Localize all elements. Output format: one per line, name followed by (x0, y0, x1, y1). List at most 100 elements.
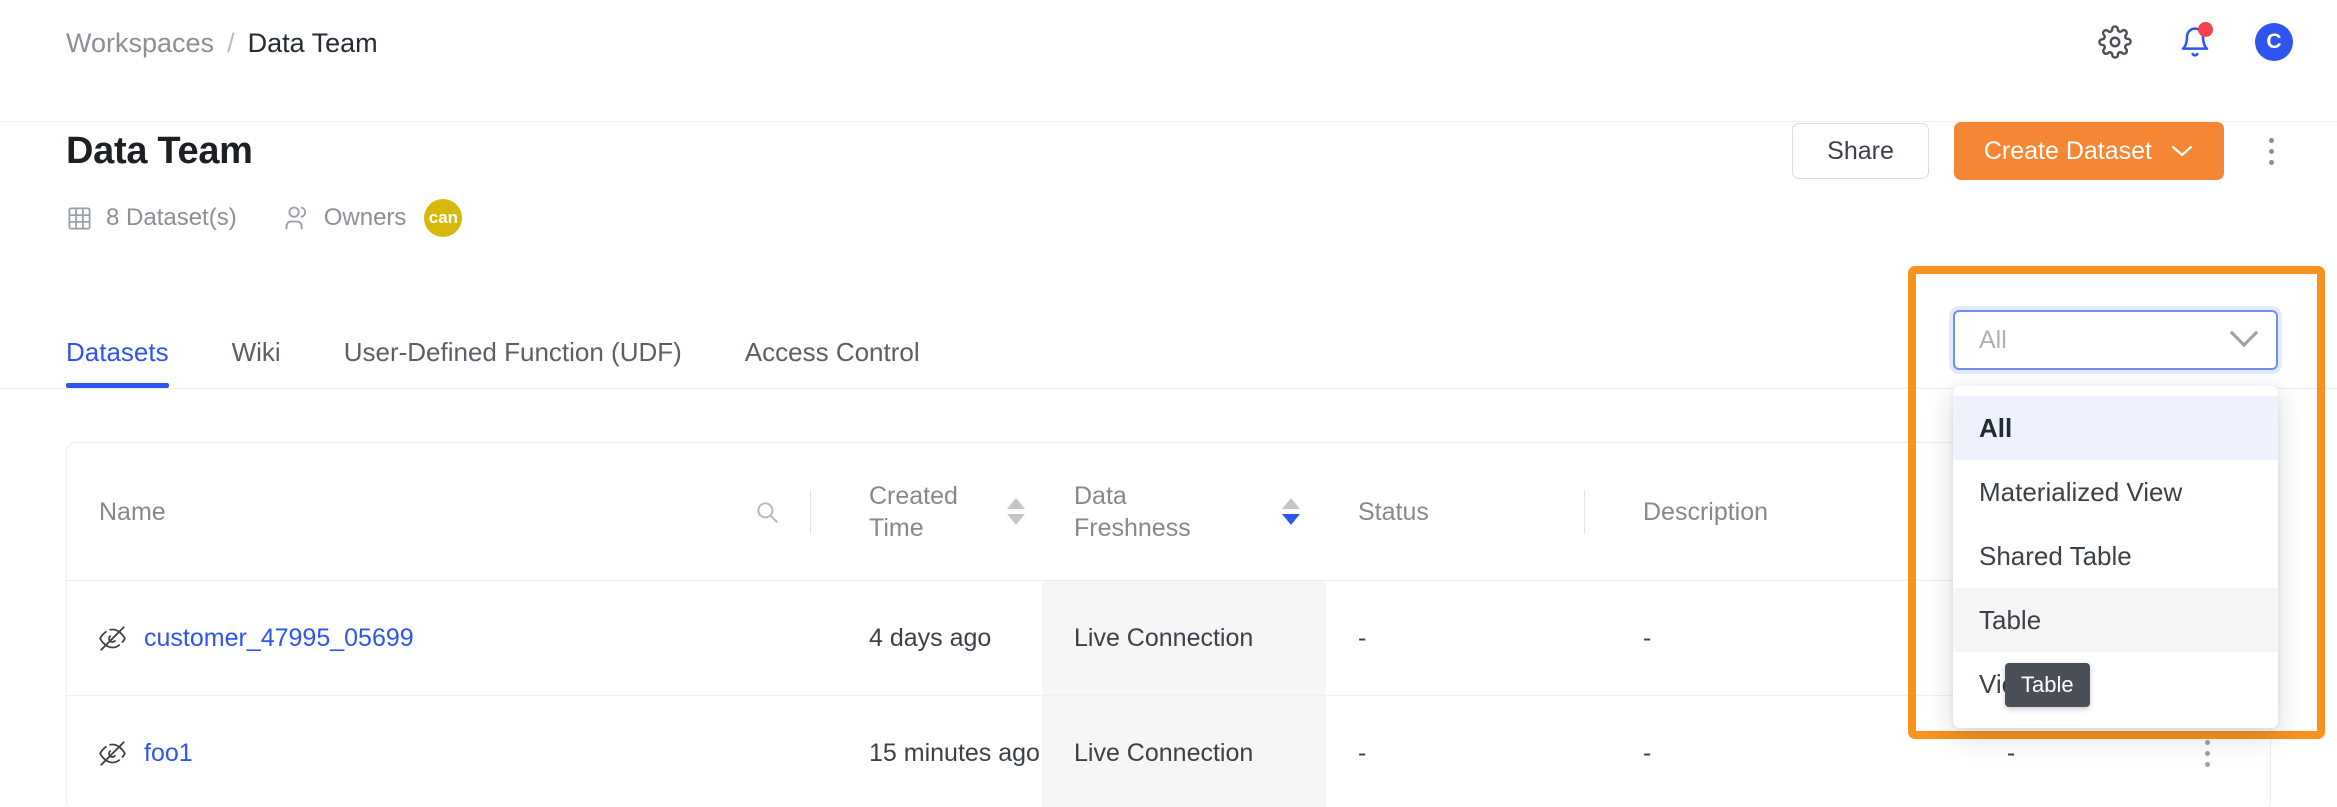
cell-data-freshness: Live Connection (1042, 695, 1326, 807)
user-avatar[interactable]: C (2255, 23, 2293, 61)
dataset-type-filter-value: All (1979, 325, 2007, 354)
tab-wiki-label: Wiki (231, 337, 281, 367)
column-header-name-label: Name (99, 497, 166, 526)
dropdown-option-shared-table[interactable]: Shared Table (1953, 524, 2278, 588)
breadcrumb-workspaces-link[interactable]: Workspaces (66, 30, 214, 57)
kebab-dot-icon (2205, 750, 2210, 756)
datasets-table: Name Created Time Data Freshness Status … (67, 443, 2270, 807)
breadcrumb-current: Data Team (247, 28, 378, 58)
owner-avatar-initials: can (428, 208, 459, 227)
notifications-button[interactable] (2175, 22, 2215, 62)
dataset-type-filter-dropdown: All Materialized View Shared Table Table… (1953, 386, 2278, 728)
cell-status: - (1326, 580, 1611, 696)
dropdown-option-label: All (1979, 412, 2013, 443)
row-more-options-button[interactable] (2143, 739, 2270, 767)
tab-bar: Datasets Wiki User-Defined Function (UDF… (66, 318, 983, 388)
notification-badge-dot (2198, 22, 2213, 37)
tab-udf-label: User-Defined Function (UDF) (343, 337, 682, 367)
breadcrumb: Workspaces / Data Team (66, 30, 378, 57)
dataset-count-meta: 8 Dataset(s) (66, 204, 237, 232)
column-header-description[interactable]: Description (1611, 443, 1911, 581)
tab-udf[interactable]: User-Defined Function (UDF) (344, 337, 682, 388)
sort-descending-icon (1007, 514, 1025, 525)
sort-ascending-icon (1282, 498, 1300, 509)
page-meta: 8 Dataset(s) Owners can (66, 199, 463, 237)
dropdown-option-label: Shared Table (1979, 540, 2132, 571)
settings-button[interactable] (2095, 22, 2135, 62)
kebab-dot-icon (2268, 148, 2274, 154)
page-title: Data Team (66, 130, 253, 172)
cell-created-time: 15 minutes ago (837, 695, 1042, 807)
eye-off-icon (99, 625, 126, 652)
app-root: Workspaces / Data Team C Data Team 8 Dat… (0, 0, 2337, 807)
dropdown-option-view[interactable]: View (1953, 652, 2278, 716)
column-header-data-freshness-label: Data Freshness (1074, 481, 1191, 542)
sort-descending-icon (1282, 514, 1300, 525)
search-icon[interactable] (754, 499, 780, 525)
owners-meta: Owners (283, 204, 407, 232)
users-icon (283, 204, 311, 232)
table-row[interactable]: customer_47995_05699 4 days ago Live Con… (67, 580, 2270, 696)
header-divider (810, 489, 811, 534)
datasets-table-container: Name Created Time Data Freshness Status … (66, 442, 2271, 807)
dataset-name-link[interactable]: foo1 (144, 739, 193, 768)
dropdown-option-all[interactable]: All (1953, 396, 2278, 460)
dropdown-option-tooltip: Table (2005, 663, 2090, 707)
tab-access-control-label: Access Control (744, 337, 920, 367)
cell-name: foo1 (67, 695, 837, 807)
share-button[interactable]: Share (1792, 123, 1929, 179)
page-more-options-button[interactable] (2249, 125, 2293, 177)
table-row[interactable]: foo1 15 minutes ago Live Connection - - … (67, 695, 2270, 807)
cell-data-freshness: Live Connection (1042, 580, 1326, 696)
column-header-status[interactable]: Status (1326, 443, 1611, 581)
cell-status: - (1326, 695, 1611, 807)
header-divider (1584, 489, 1585, 534)
sort-toggle-data-freshness[interactable] (1282, 498, 1300, 525)
kebab-dot-icon (2268, 137, 2274, 143)
breadcrumb-separator: / (227, 28, 235, 58)
topbar-actions: C (2095, 22, 2293, 62)
chevron-down-icon (2229, 318, 2259, 348)
dropdown-option-label: Materialized View (1979, 476, 2183, 507)
share-button-label: Share (1827, 136, 1894, 165)
dataset-type-filter-select[interactable]: All (1953, 310, 2278, 370)
column-header-created-time-label: Created Time (869, 481, 958, 542)
sort-ascending-icon (1007, 498, 1025, 509)
page-header: Data Team 8 Dataset(s) Owners can (66, 130, 463, 237)
kebab-dot-icon (2268, 159, 2274, 165)
tab-datasets[interactable]: Datasets (66, 337, 169, 388)
cell-name: customer_47995_05699 (67, 580, 837, 696)
eye-off-icon (99, 740, 126, 767)
dataset-name-link[interactable]: customer_47995_05699 (144, 624, 414, 653)
tab-access-control[interactable]: Access Control (745, 337, 920, 388)
table-grid-icon (66, 205, 93, 232)
cell-description: - (1611, 695, 1911, 807)
owner-avatar[interactable]: can (424, 199, 463, 237)
column-header-name[interactable]: Name (67, 443, 837, 581)
dropdown-option-label: Table (1979, 604, 2042, 635)
header-actions: Share Create Dataset (1792, 122, 2293, 180)
top-bar: Workspaces / Data Team C (0, 0, 2337, 122)
create-dataset-label: Create Dataset (1983, 136, 2152, 165)
kebab-dot-icon (2205, 761, 2210, 767)
sort-toggle-created-time[interactable] (1007, 498, 1025, 525)
table-body: customer_47995_05699 4 days ago Live Con… (67, 580, 2270, 807)
owners-label: Owners (323, 204, 407, 231)
dropdown-option-table[interactable]: Table (1953, 588, 2278, 652)
chevron-down-icon (2170, 143, 2194, 159)
table-head: Name Created Time Data Freshness Status … (67, 443, 2270, 581)
dataset-count-label: 8 Dataset(s) (106, 204, 237, 231)
cell-description: - (1611, 580, 1911, 696)
cell-created-time: 4 days ago (837, 580, 1042, 696)
column-header-status-label: Status (1358, 497, 1429, 526)
column-header-data-freshness[interactable]: Data Freshness (1042, 443, 1326, 581)
avatar-initial: C (2266, 30, 2282, 53)
create-dataset-button[interactable]: Create Dataset (1953, 122, 2224, 180)
kebab-dot-icon (2205, 739, 2210, 745)
column-header-description-label: Description (1643, 497, 1769, 526)
column-header-created-time[interactable]: Created Time (837, 443, 1042, 581)
dropdown-option-materialized-view[interactable]: Materialized View (1953, 460, 2278, 524)
gear-icon (2098, 25, 2132, 59)
tab-wiki[interactable]: Wiki (232, 337, 281, 388)
tab-datasets-label: Datasets (66, 337, 169, 367)
